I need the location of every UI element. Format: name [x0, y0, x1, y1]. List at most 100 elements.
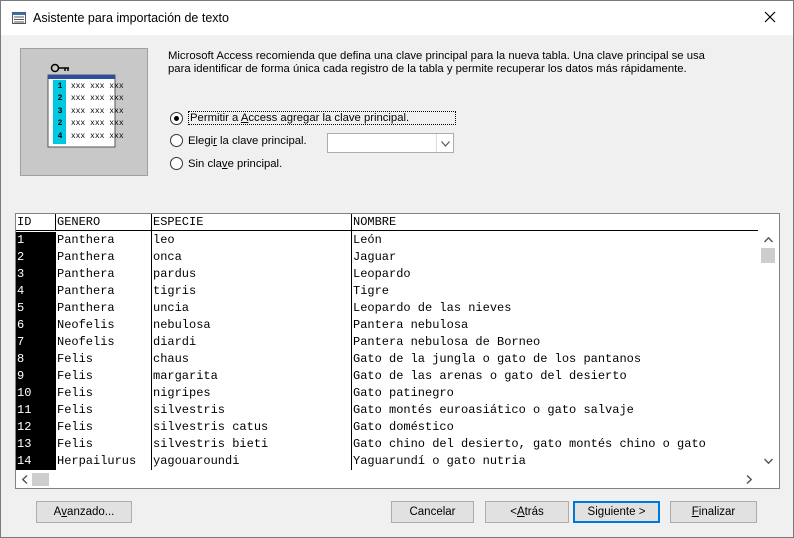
table-cell: Felis	[57, 420, 94, 434]
data-preview-grid[interactable]: ID GENERO ESPECIE NOMBRE 1 Panthera leo Leó…	[15, 213, 780, 489]
table-cell: Panthera	[57, 284, 115, 298]
description-text: Microsoft Access recomienda que defina u…	[168, 50, 705, 75]
column-separator[interactable]	[351, 231, 352, 470]
table-row[interactable]: 6 Neofelis nebulosa Pantera nebulosa	[16, 317, 758, 334]
table-cell: 12	[16, 419, 56, 436]
table-row[interactable]: 11 Felis silvestris Gato montés euroasiátic…	[16, 402, 758, 419]
table-cell: 10	[16, 385, 56, 402]
table-row[interactable]: 8 Felis chaus Gato de la jungla o gato de l…	[16, 351, 758, 368]
close-button[interactable]	[747, 1, 793, 35]
scroll-left-icon[interactable]	[18, 472, 32, 486]
illustration-row: 2 xxx xxx xxx	[57, 94, 124, 104]
table-row[interactable]: 10 Felis nigripes Gato patinegro	[16, 385, 758, 402]
illustration-row: 2 xxx xxx xxx	[57, 119, 124, 129]
table-cell: 14	[16, 453, 56, 470]
table-cell: yagouaroundi	[153, 454, 240, 468]
table-row[interactable]: 7 Neofelis diardi Pantera nebulosa de Borne…	[16, 334, 758, 351]
table-cell: leo	[153, 233, 175, 247]
radio-button[interactable]	[170, 111, 183, 125]
table-cell: 11	[16, 402, 56, 419]
next-button[interactable]: Si g uiente >	[573, 501, 660, 523]
table-row[interactable]: 9 Felis margarita Gato de las arenas o gato…	[16, 368, 758, 385]
column-header[interactable]: NOMBRE	[352, 214, 758, 231]
column-header[interactable]: ID	[16, 214, 56, 231]
table-cell: Gato de las arenas o gato del desierto	[353, 369, 627, 383]
table-cell: Panthera	[57, 250, 115, 264]
table-cell: Gato de la jungla o gato de los pantanos	[353, 352, 642, 366]
vertical-scroll-thumb[interactable]	[761, 248, 775, 263]
illustration-rows: 1 xxx xxx xxx 2 xxx xxx xxx 3 xxx xxx xx…	[54, 81, 124, 143]
chevron-down-icon	[440, 136, 450, 150]
column-header[interactable]: GENERO	[56, 214, 152, 231]
table-row[interactable]: 3 Panthera pardus Leopardo	[16, 266, 758, 283]
table-row[interactable]: 5 Panthera uncia Leopardo de las nieves	[16, 300, 758, 317]
horizontal-scrollbar[interactable]	[16, 470, 758, 488]
table-cell: 7	[16, 334, 56, 351]
table-cell: nigripes	[153, 386, 211, 400]
table-cell: Pantera nebulosa	[353, 318, 469, 332]
table-row[interactable]: 14 Herpailurus yagouaroundi Yaguarundí o ga…	[16, 453, 758, 470]
table-window-icon	[12, 12, 26, 24]
table-cell: tigris	[153, 284, 197, 298]
cancel-button[interactable]: Cancelar	[391, 501, 474, 523]
table-row[interactable]: 13 Felis silvestris bieti Gato chino del de…	[16, 436, 758, 453]
table-cell: 13	[16, 436, 56, 453]
table-cell: Leopardo de las nieves	[353, 301, 512, 315]
horizontal-scroll-thumb[interactable]	[32, 473, 49, 486]
table-cell: 6	[16, 317, 56, 334]
table-cell: 1	[16, 232, 56, 249]
table-cell: Felis	[57, 437, 94, 451]
option-choose-key[interactable]: Elegir la clave principal.	[170, 134, 307, 147]
table-cell: silvestris catus	[153, 420, 269, 434]
scroll-down-icon[interactable]	[757, 454, 779, 468]
scroll-right-icon[interactable]	[742, 472, 756, 486]
option-allow-access-key[interactable]: Permitir a Access agregar la clave princ…	[170, 111, 456, 125]
finish-button[interactable]: Finalizar	[670, 501, 757, 523]
table-cell: 4	[16, 283, 56, 300]
option-label: Sin clave principal.	[188, 157, 283, 170]
table-cell: Herpailurus	[57, 454, 137, 468]
table-cell: Jaguar	[353, 250, 397, 264]
table-cell: nebulosa	[153, 318, 211, 332]
scroll-up-icon[interactable]	[757, 233, 779, 247]
table-row[interactable]: 2 Panthera onca Jaguar	[16, 249, 758, 266]
table-cell: pardus	[153, 267, 197, 281]
option-no-key[interactable]: Sin clave principal.	[170, 157, 282, 170]
grid-header: ID GENERO ESPECIE NOMBRE	[16, 214, 758, 231]
back-button[interactable]: < Atrás	[485, 501, 569, 523]
table-row[interactable]: 12 Felis silvestris catus Gato doméstico	[16, 419, 758, 436]
advanced-button[interactable]: Av anzado...	[36, 501, 132, 523]
column-header[interactable]: ESPECIE	[152, 214, 352, 231]
table-cell: 5	[16, 300, 56, 317]
dropdown-button[interactable]	[436, 134, 453, 152]
table-cell: Neofelis	[57, 335, 115, 349]
table-cell: chaus	[153, 352, 190, 366]
table-cell: Leopardo	[353, 267, 411, 281]
table-cell: Gato patinegro	[353, 386, 454, 400]
table-cell: silvestris	[153, 403, 226, 417]
table-cell: onca	[153, 250, 182, 264]
option-label: Elegir la clave principal.	[188, 134, 307, 147]
primary-key-select[interactable]	[327, 133, 454, 153]
table-cell: Panthera	[57, 301, 115, 315]
table-cell: 2	[16, 249, 56, 266]
table-row[interactable]: 4 Panthera tigris Tigre	[16, 283, 758, 300]
illustration-row: 4 xxx xxx xxx	[57, 131, 124, 141]
column-separator[interactable]	[151, 231, 152, 470]
table-cell: diardi	[153, 335, 197, 349]
window-title: Asistente para importación de texto	[33, 11, 229, 25]
option-label: Permitir a Access agregar la clave princ…	[188, 111, 456, 125]
radio-button[interactable]	[170, 157, 183, 170]
table-cell: Neofelis	[57, 318, 115, 332]
import-wizard-window: Asistente para importación de texto 1 xx…	[0, 0, 794, 538]
table-cell: Felis	[57, 386, 94, 400]
grid-content: ID GENERO ESPECIE NOMBRE 1 Panthera leo Leó…	[16, 214, 758, 470]
vertical-scrollbar[interactable]	[757, 231, 779, 470]
table-cell: Felis	[57, 369, 94, 383]
key-icon	[50, 63, 69, 73]
table-cell: Panthera	[57, 267, 115, 281]
table-row[interactable]: 1 Panthera leo León	[16, 232, 758, 249]
table-cell: Panthera	[57, 233, 115, 247]
table-cell: León	[353, 233, 382, 247]
radio-button[interactable]	[170, 134, 183, 147]
